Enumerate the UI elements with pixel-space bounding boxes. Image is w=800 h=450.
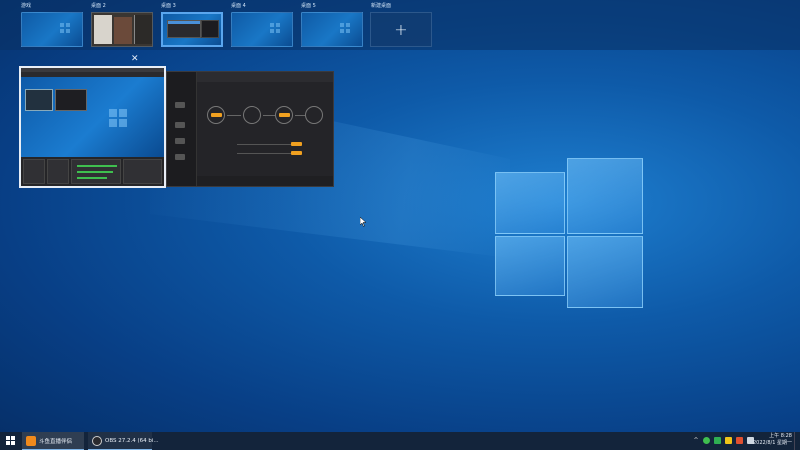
app-sidebar — [167, 72, 197, 186]
obs-window-preview[interactable] — [19, 66, 166, 188]
new-desktop-label: 新建桌面 — [371, 3, 392, 9]
obs-docks — [21, 157, 164, 186]
close-window-icon[interactable]: ✕ — [131, 55, 139, 64]
desktop-thumbnail-3[interactable] — [161, 12, 223, 47]
desktop-thumbnail-5[interactable] — [301, 12, 363, 47]
folder-icon[interactable] — [725, 437, 732, 444]
taskbar: 斗鱼直播伴侣 OBS 27.2.4 (64 bi... ^ 上午 8:28 20… — [0, 432, 800, 450]
windows-logo-icon — [270, 23, 280, 33]
windows-logo-icon — [340, 23, 350, 33]
show-desktop-button[interactable] — [794, 432, 800, 450]
obs-icon — [92, 435, 102, 446]
taskbar-item-label: OBS 27.2.4 (64 bi... — [105, 437, 159, 444]
streaming-assistant-window-preview[interactable] — [166, 71, 334, 187]
plus-icon: + — [394, 20, 408, 39]
windows-logo-wallpaper — [495, 158, 643, 308]
desktop-label-3: 桌面 3 — [161, 3, 176, 9]
taskbar-item-label: 斗鱼直播伴侣 — [39, 438, 73, 445]
taskbar-clock[interactable]: 上午 8:28 2022/8/1 星期一 — [752, 433, 792, 447]
virtual-desktop-strip: 游戏 桌面 2 桌面 3 桌面 4 桌面 5 新建桌面 + — [0, 0, 800, 50]
wechat-icon[interactable] — [714, 437, 721, 444]
desktop-label-4: 桌面 4 — [231, 3, 246, 9]
mouse-cursor-icon — [360, 217, 367, 227]
desktop-thumbnail-4[interactable] — [231, 12, 293, 47]
desktop-thumbnail-2[interactable] — [91, 12, 153, 47]
taskbar-item-obs[interactable]: OBS 27.2.4 (64 bi... — [88, 432, 159, 450]
clock-time: 上午 8:28 — [769, 433, 792, 439]
system-tray: ^ — [693, 437, 754, 444]
app-tray-icon[interactable] — [736, 437, 743, 444]
desktop-label-2: 桌面 2 — [91, 3, 106, 9]
taskbar-item-streaming-assistant[interactable]: 斗鱼直播伴侣 — [22, 432, 84, 450]
desktop-label-5: 桌面 5 — [301, 3, 316, 9]
chevron-up-icon[interactable]: ^ — [693, 437, 699, 444]
desktop-label-1: 游戏 — [21, 3, 32, 9]
app-icon — [26, 435, 36, 446]
obs-preview-canvas — [21, 77, 164, 157]
desktop-thumbnail-1[interactable] — [21, 12, 83, 47]
start-button[interactable] — [6, 436, 16, 446]
windows-logo-icon — [109, 109, 127, 127]
green-app-tray-icon[interactable] — [703, 437, 710, 444]
new-desktop-button[interactable]: + — [370, 12, 432, 47]
windows-logo-icon — [60, 23, 70, 33]
clock-date: 2022/8/1 星期一 — [752, 440, 792, 446]
